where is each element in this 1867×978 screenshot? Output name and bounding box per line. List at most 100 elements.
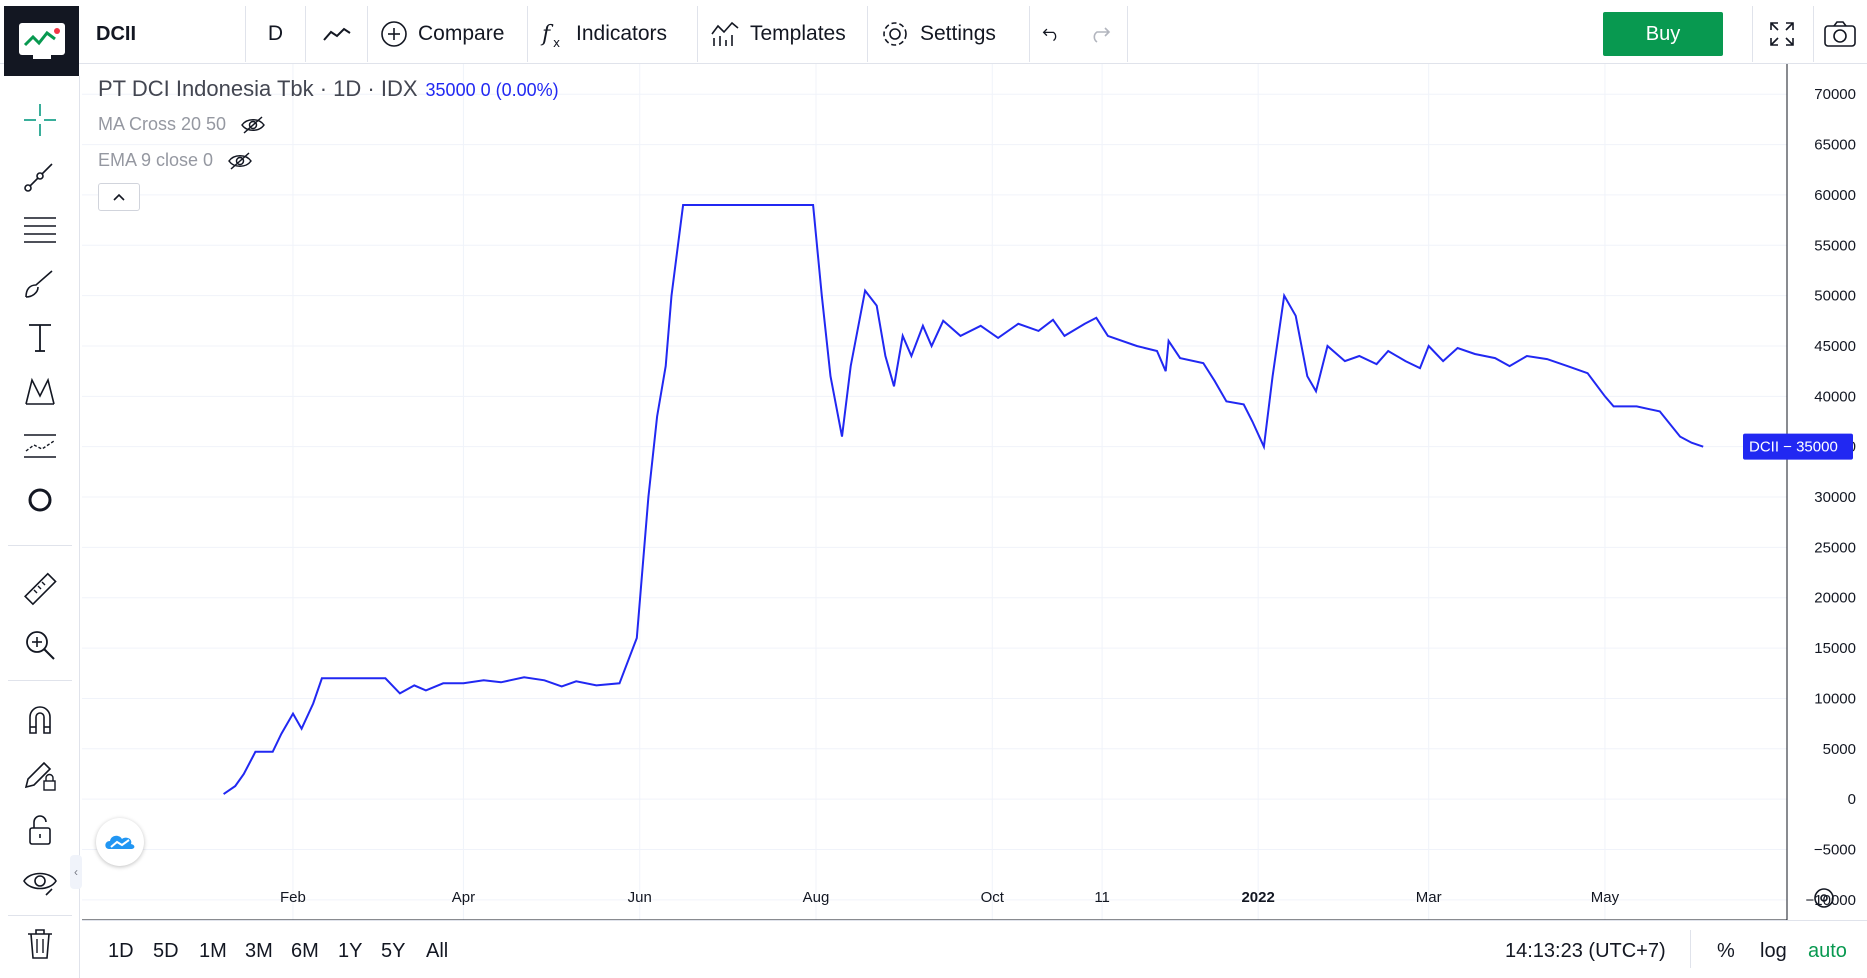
app-logo[interactable] [4, 6, 79, 76]
y-tick-label: 60000 [1814, 187, 1856, 204]
measure-tool[interactable] [18, 570, 62, 610]
range-3m[interactable]: 3M [245, 940, 273, 963]
svg-text:x: x [553, 36, 560, 49]
pattern-tool[interactable] [18, 372, 62, 412]
range-1d[interactable]: 1D [108, 940, 134, 963]
interval-label: D [267, 22, 284, 45]
zoom-in-icon [26, 631, 55, 660]
y-tick-label: 25000 [1814, 539, 1856, 556]
cloud-logo-icon [105, 835, 135, 849]
y-tick-label: 20000 [1814, 590, 1856, 607]
range-5y[interactable]: 5Y [381, 940, 405, 963]
text-tool[interactable] [18, 318, 62, 358]
buy-label: Buy [1645, 22, 1681, 45]
toolbar-divider [1752, 6, 1753, 62]
crosshair-icon [24, 104, 56, 136]
fullscreen-button[interactable] [1762, 14, 1802, 54]
zoom-in-tool[interactable] [18, 625, 62, 665]
magnet-tool[interactable] [18, 700, 62, 740]
logo-icon [18, 23, 65, 59]
indicator-legend-ema[interactable]: EMA 9 close 0 [98, 150, 253, 171]
hide-drawings-tool[interactable] [18, 862, 62, 902]
indicators-label: Indicators [576, 22, 668, 45]
range-5d[interactable]: 5D [153, 940, 179, 963]
y-tick-label: 65000 [1814, 137, 1856, 154]
range-all[interactable]: All [426, 940, 448, 963]
svg-text:f: f [540, 22, 554, 47]
x-tick-label: Oct [981, 889, 1005, 906]
y-tick-label: 5000 [1823, 741, 1856, 758]
collapse-toolbar-handle[interactable]: ‹ [70, 855, 82, 889]
collapse-legend-button[interactable] [98, 183, 140, 211]
function-icon: fx [540, 22, 560, 49]
interval-button[interactable]: D [246, 6, 306, 62]
lock-all-tool[interactable] [18, 810, 62, 850]
x-tick-label: Apr [452, 889, 475, 906]
chevron-up-icon [113, 193, 125, 201]
trash-icon [28, 929, 52, 959]
x-tick-label: 11 [1094, 889, 1110, 906]
redo-icon [1093, 27, 1110, 43]
buy-button[interactable]: Buy [1603, 12, 1723, 56]
prediction-tool[interactable] [18, 426, 62, 466]
remove-drawings-tool[interactable] [18, 924, 62, 964]
shapes-tool[interactable] [18, 480, 62, 520]
log-toggle[interactable]: log [1760, 940, 1787, 963]
indicators-button[interactable]: fx Indicators [528, 6, 698, 62]
indicator-label: EMA 9 close 0 [98, 150, 214, 170]
compare-label: Compare [418, 22, 505, 45]
settings-label: Settings [920, 22, 996, 45]
undo-button[interactable] [1030, 6, 1072, 62]
eye-hidden-icon[interactable] [227, 151, 253, 171]
series-legend[interactable]: PT DCI Indonesia Tbk · 1D · IDX 35000 0 (… [98, 76, 559, 102]
auto-toggle[interactable]: auto [1808, 940, 1847, 963]
tradingview-badge[interactable] [96, 818, 144, 866]
symbol-search[interactable]: DCII [84, 6, 246, 62]
brush-icon [25, 270, 53, 298]
series-values: 35000 0 (0.00%) [425, 80, 559, 100]
y-tick-label: 50000 [1814, 288, 1856, 305]
y-tick-label: 10000 [1814, 690, 1856, 707]
camera-icon [1824, 21, 1856, 47]
indicator-legend-ma-cross[interactable]: MA Cross 20 50 [98, 114, 266, 135]
chart-style-button[interactable] [306, 6, 368, 62]
toolbar-separator [8, 915, 72, 916]
undo-icon [1042, 28, 1057, 42]
compare-button[interactable]: Compare [368, 6, 528, 62]
toolbar-separator [8, 545, 72, 546]
circle-icon [28, 488, 52, 512]
y-tick-label: 70000 [1814, 86, 1856, 103]
lock-drawings-tool[interactable] [18, 755, 62, 795]
range-1m[interactable]: 1M [199, 940, 227, 963]
price-chart[interactable]: 7000065000600005500050000450004000035000… [82, 64, 1867, 978]
brush-tool[interactable] [18, 264, 62, 304]
text-icon [29, 324, 51, 352]
percent-toggle[interactable]: % [1717, 940, 1735, 963]
fullscreen-icon [1770, 22, 1794, 46]
range-1y[interactable]: 1Y [338, 940, 362, 963]
y-tick-label: 30000 [1814, 489, 1856, 506]
gear-icon [883, 22, 907, 46]
trend-line-tool[interactable] [18, 156, 62, 196]
eye-hidden-icon[interactable] [240, 115, 266, 135]
x-tick-label: Jun [628, 889, 652, 906]
eye-icon [23, 872, 57, 896]
snapshot-button[interactable] [1820, 14, 1860, 54]
ruler-icon [24, 572, 57, 606]
settings-button[interactable]: Settings [868, 6, 1030, 62]
indicator-label: MA Cross 20 50 [98, 114, 227, 134]
redo-button[interactable] [1072, 6, 1128, 62]
horizontal-lines-icon [24, 217, 56, 243]
symbol-label: DCII [96, 22, 136, 45]
series-title: PT DCI Indonesia Tbk · 1D · IDX [98, 76, 418, 101]
fib-retracement-tool[interactable] [18, 210, 62, 250]
magnet-icon [29, 706, 51, 734]
range-6m[interactable]: 6M [291, 940, 319, 963]
pattern-icon [25, 377, 55, 405]
line-chart-icon [322, 27, 351, 41]
clock-timezone[interactable]: 14:13:23 (UTC+7) [1505, 940, 1666, 963]
toolbar-divider [1813, 6, 1814, 62]
y-tick-label: 15000 [1814, 640, 1856, 657]
templates-button[interactable]: Templates [698, 6, 868, 62]
crosshair-tool[interactable] [18, 100, 62, 140]
